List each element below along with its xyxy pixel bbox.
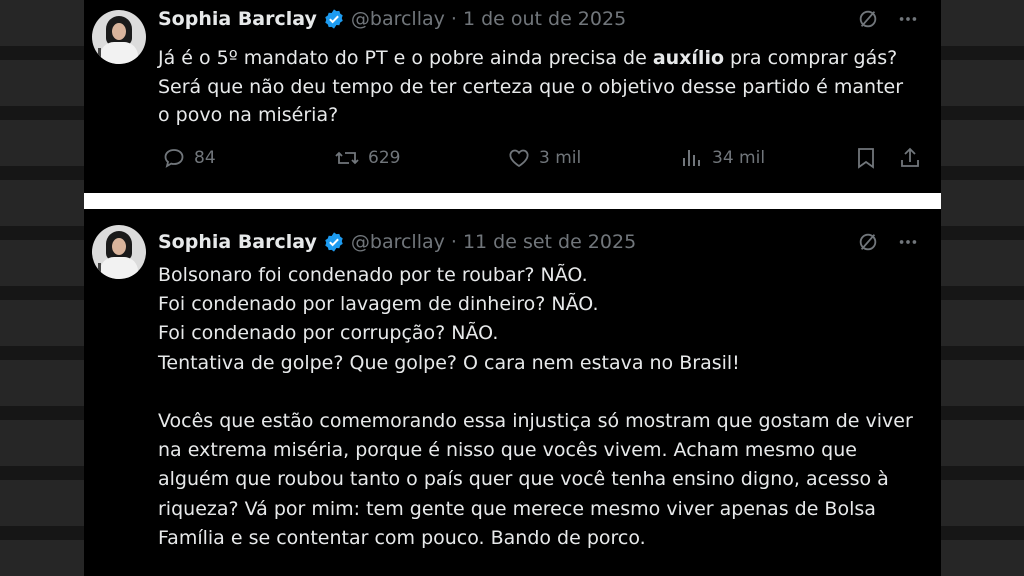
grok-icon[interactable] (857, 231, 879, 257)
share-button[interactable] (898, 146, 922, 170)
tweet-top-actions (857, 231, 919, 257)
author-handle[interactable]: @barcllay (351, 8, 445, 30)
tweet-text: Já é o 5º mandato do PT e o pobre ainda … (158, 44, 917, 130)
like-button[interactable]: 3 mil (507, 146, 581, 170)
verified-badge-icon (323, 231, 345, 253)
avatar[interactable] (92, 225, 146, 279)
more-icon[interactable] (897, 231, 919, 257)
like-count: 3 mil (539, 148, 582, 168)
tweet-divider (84, 193, 941, 209)
avatar[interactable] (92, 10, 146, 64)
tweet-card[interactable]: Sophia Barclay @barcllay · 1 de out de 2… (84, 0, 941, 193)
separator-dot: · (450, 231, 457, 253)
tweet-header: Sophia Barclay @barcllay · 1 de out de 2… (158, 8, 626, 30)
blurred-background-right (940, 0, 1024, 576)
views-count: 34 mil (712, 148, 766, 168)
grok-icon[interactable] (857, 8, 879, 34)
repost-count: 629 (368, 148, 401, 168)
tweet-text-part: Já é o 5º mandato do PT e o pobre ainda … (158, 47, 653, 69)
repost-button[interactable]: 629 (334, 146, 400, 170)
tweet-card[interactable]: Sophia Barclay @barcllay · 11 de set de … (84, 209, 941, 576)
repost-icon (335, 151, 359, 165)
tweet-text-bold: auxílio (652, 47, 725, 69)
author-name[interactable]: Sophia Barclay (158, 8, 317, 30)
tweet-action-bar: 84 629 3 mil 34 mil (162, 146, 919, 174)
reply-button[interactable]: 84 (162, 146, 216, 170)
separator-dot: · (450, 8, 457, 30)
tweet-text: Bolsonaro foi condenado por te roubar? N… (158, 264, 913, 549)
bookmark-icon (858, 148, 874, 169)
bookmark-button[interactable] (855, 146, 877, 170)
tweet-date[interactable]: 11 de set de 2025 (463, 231, 636, 253)
tweet-date[interactable]: 1 de out de 2025 (463, 8, 626, 30)
share-icon (901, 147, 919, 167)
views-button[interactable]: 34 mil (680, 146, 765, 170)
verified-badge-icon (323, 8, 345, 30)
views-icon (683, 150, 700, 166)
reply-count: 84 (194, 148, 216, 168)
author-name[interactable]: Sophia Barclay (158, 231, 317, 253)
more-icon[interactable] (897, 8, 919, 34)
like-icon (509, 149, 529, 168)
tweet-top-actions (857, 8, 919, 34)
tweet-header: Sophia Barclay @barcllay · 11 de set de … (158, 231, 636, 253)
blurred-background-left (0, 0, 84, 576)
author-handle[interactable]: @barcllay (351, 231, 445, 253)
reply-icon (164, 149, 184, 168)
